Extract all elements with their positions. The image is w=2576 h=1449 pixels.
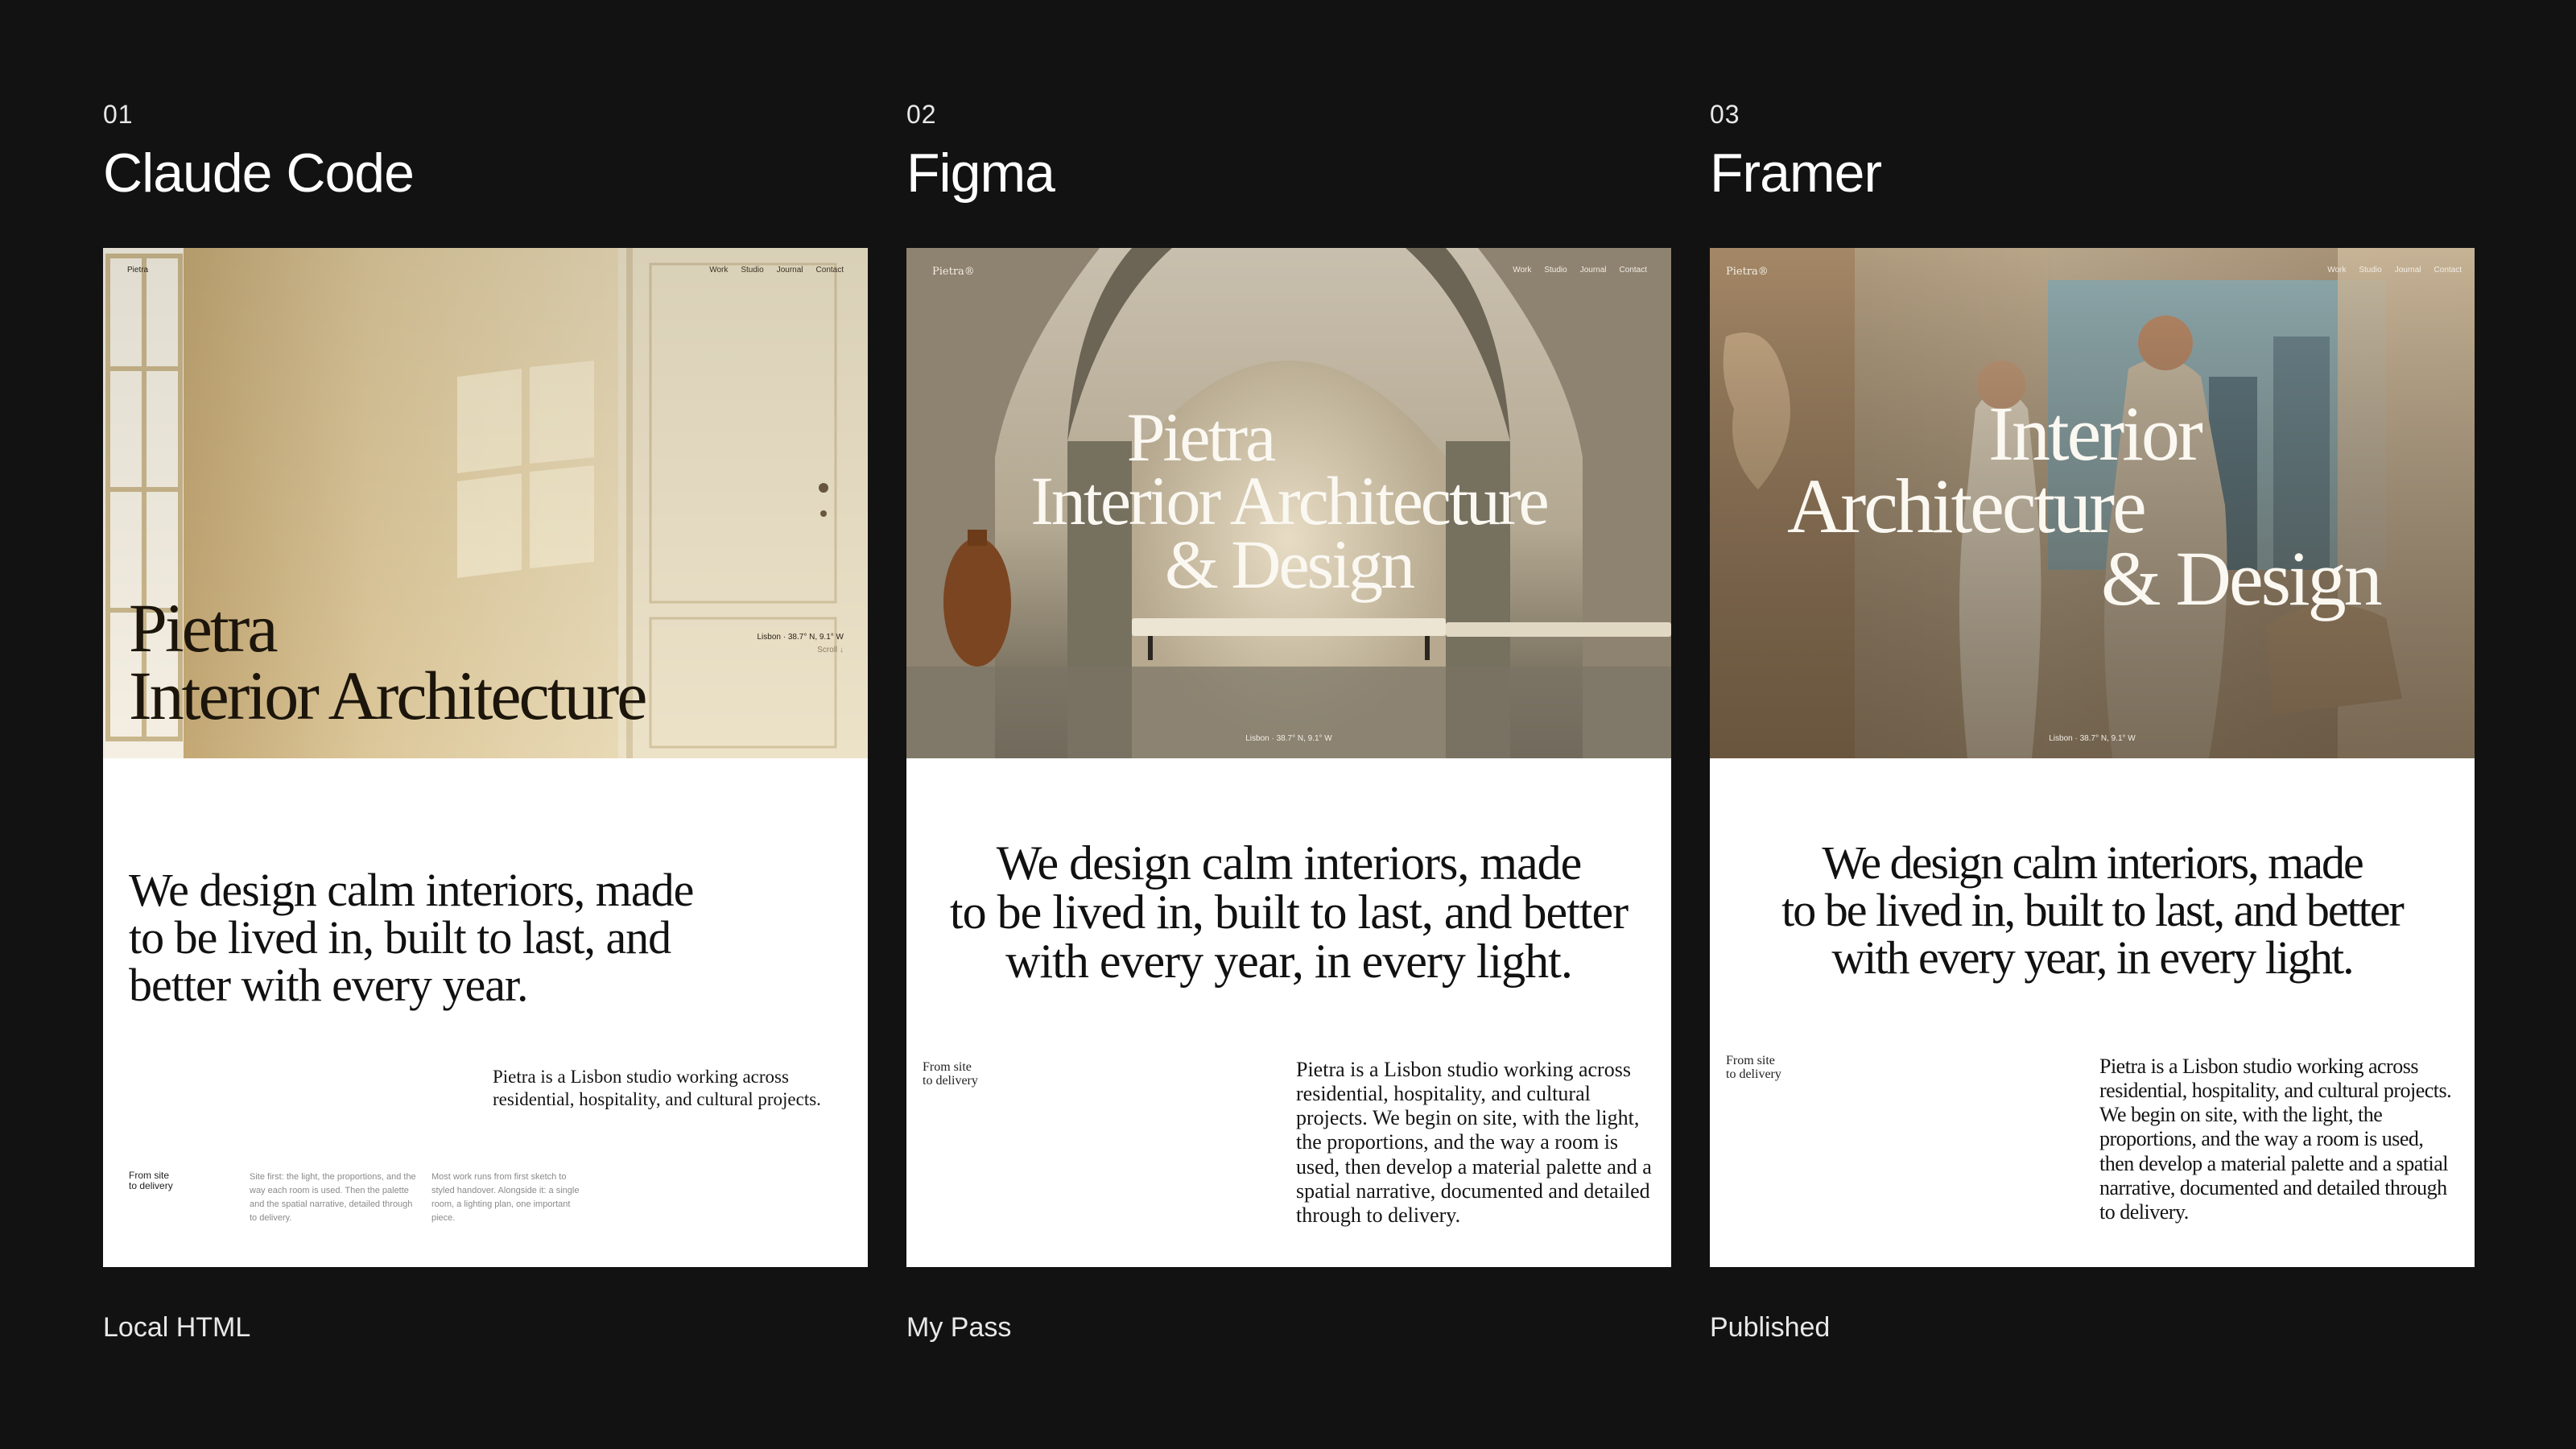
process-label: From site to delivery <box>923 1060 978 1088</box>
lead-statement: We design calm interiors, made to be liv… <box>949 836 1629 989</box>
scroll-hint[interactable]: Scroll ↓ <box>817 646 844 654</box>
panel-figma: 02 Figma Pietra® Work Studio Journal Con… <box>906 0 1671 1449</box>
hero-title: Interior Architecture & Design <box>1787 390 2383 622</box>
nav-studio[interactable]: Studio <box>1544 266 1567 275</box>
nav-studio[interactable]: Studio <box>741 266 763 275</box>
hero-image: Pietra® Work Studio Journal Contact Inte… <box>1710 248 2475 758</box>
nav-journal[interactable]: Journal <box>1580 266 1607 275</box>
panel-number: 01 <box>103 100 134 129</box>
nav-contact[interactable]: Contact <box>816 266 844 275</box>
lead-statement: We design calm interiors, made to be liv… <box>129 864 694 1012</box>
hero-image: Pietra® Work Studio Journal Contact Piet… <box>906 248 1671 758</box>
website-preview-card[interactable]: Pietra® Work Studio Journal Contact Inte… <box>1710 248 2475 1267</box>
studio-intro: Pietra is a Lisbon studio working across… <box>1296 1058 1652 1227</box>
panel-claude-code: 01 Claude Code Pietra Work Studio Journa… <box>103 0 868 1449</box>
panel-tool-name: Framer <box>1710 142 1882 204</box>
nav-studio[interactable]: Studio <box>2359 266 2381 275</box>
nav-work[interactable]: Work <box>1513 266 1531 275</box>
location-coordinates: Lisbon · 38.7° N, 9.1° W <box>2049 734 2136 743</box>
site-nav: Work Studio Journal Contact <box>2327 266 2462 275</box>
site-nav: Work Studio Journal Contact <box>709 266 844 275</box>
studio-intro: Pietra is a Lisbon studio working across… <box>493 1067 821 1109</box>
panel-caption: Published <box>1710 1312 1831 1343</box>
hero-title: Pietra Interior Architecture <box>129 589 647 735</box>
process-label: From site to delivery <box>1726 1054 1781 1081</box>
panel-framer: 03 Framer Pietra® Work Studio Journal Co… <box>1710 0 2475 1449</box>
website-preview-card[interactable]: Pietra® Work Studio Journal Contact Piet… <box>906 248 1671 1267</box>
studio-intro: Pietra is a Lisbon studio working across… <box>2099 1055 2452 1224</box>
nav-journal[interactable]: Journal <box>777 266 803 275</box>
panel-tool-name: Claude Code <box>103 142 415 204</box>
lead-statement: We design calm interiors, made to be liv… <box>1781 836 2405 985</box>
site-brand[interactable]: Pietra® <box>1726 266 1769 278</box>
hero-title: Pietra Interior Architecture & Design <box>1030 398 1549 604</box>
website-preview-card[interactable]: Pietra Work Studio Journal Contact Pietr… <box>103 248 868 1267</box>
site-nav: Work Studio Journal Contact <box>1513 266 1647 275</box>
process-note: Site first: the light, the proportions, … <box>250 1172 416 1224</box>
site-brand[interactable]: Pietra <box>127 266 148 275</box>
process-label: From site to delivery <box>129 1170 173 1191</box>
location-coordinates: Lisbon · 38.7° N, 9.1° W <box>757 633 844 642</box>
nav-contact[interactable]: Contact <box>1620 266 1647 275</box>
nav-work[interactable]: Work <box>709 266 728 275</box>
panel-number: 02 <box>906 100 937 129</box>
nav-contact[interactable]: Contact <box>2434 266 2462 275</box>
site-brand[interactable]: Pietra® <box>932 266 975 278</box>
panel-number: 03 <box>1710 100 1740 129</box>
nav-journal[interactable]: Journal <box>2395 266 2421 275</box>
location-coordinates: Lisbon · 38.7° N, 9.1° W <box>1245 734 1332 743</box>
nav-work[interactable]: Work <box>2327 266 2346 275</box>
hero-image: Pietra Work Studio Journal Contact Pietr… <box>103 248 868 758</box>
panel-caption: My Pass <box>906 1312 1012 1343</box>
panel-tool-name: Figma <box>906 142 1055 204</box>
panel-caption: Local HTML <box>103 1312 251 1343</box>
engagement-note: Most work runs from first sketch to styl… <box>431 1172 580 1224</box>
